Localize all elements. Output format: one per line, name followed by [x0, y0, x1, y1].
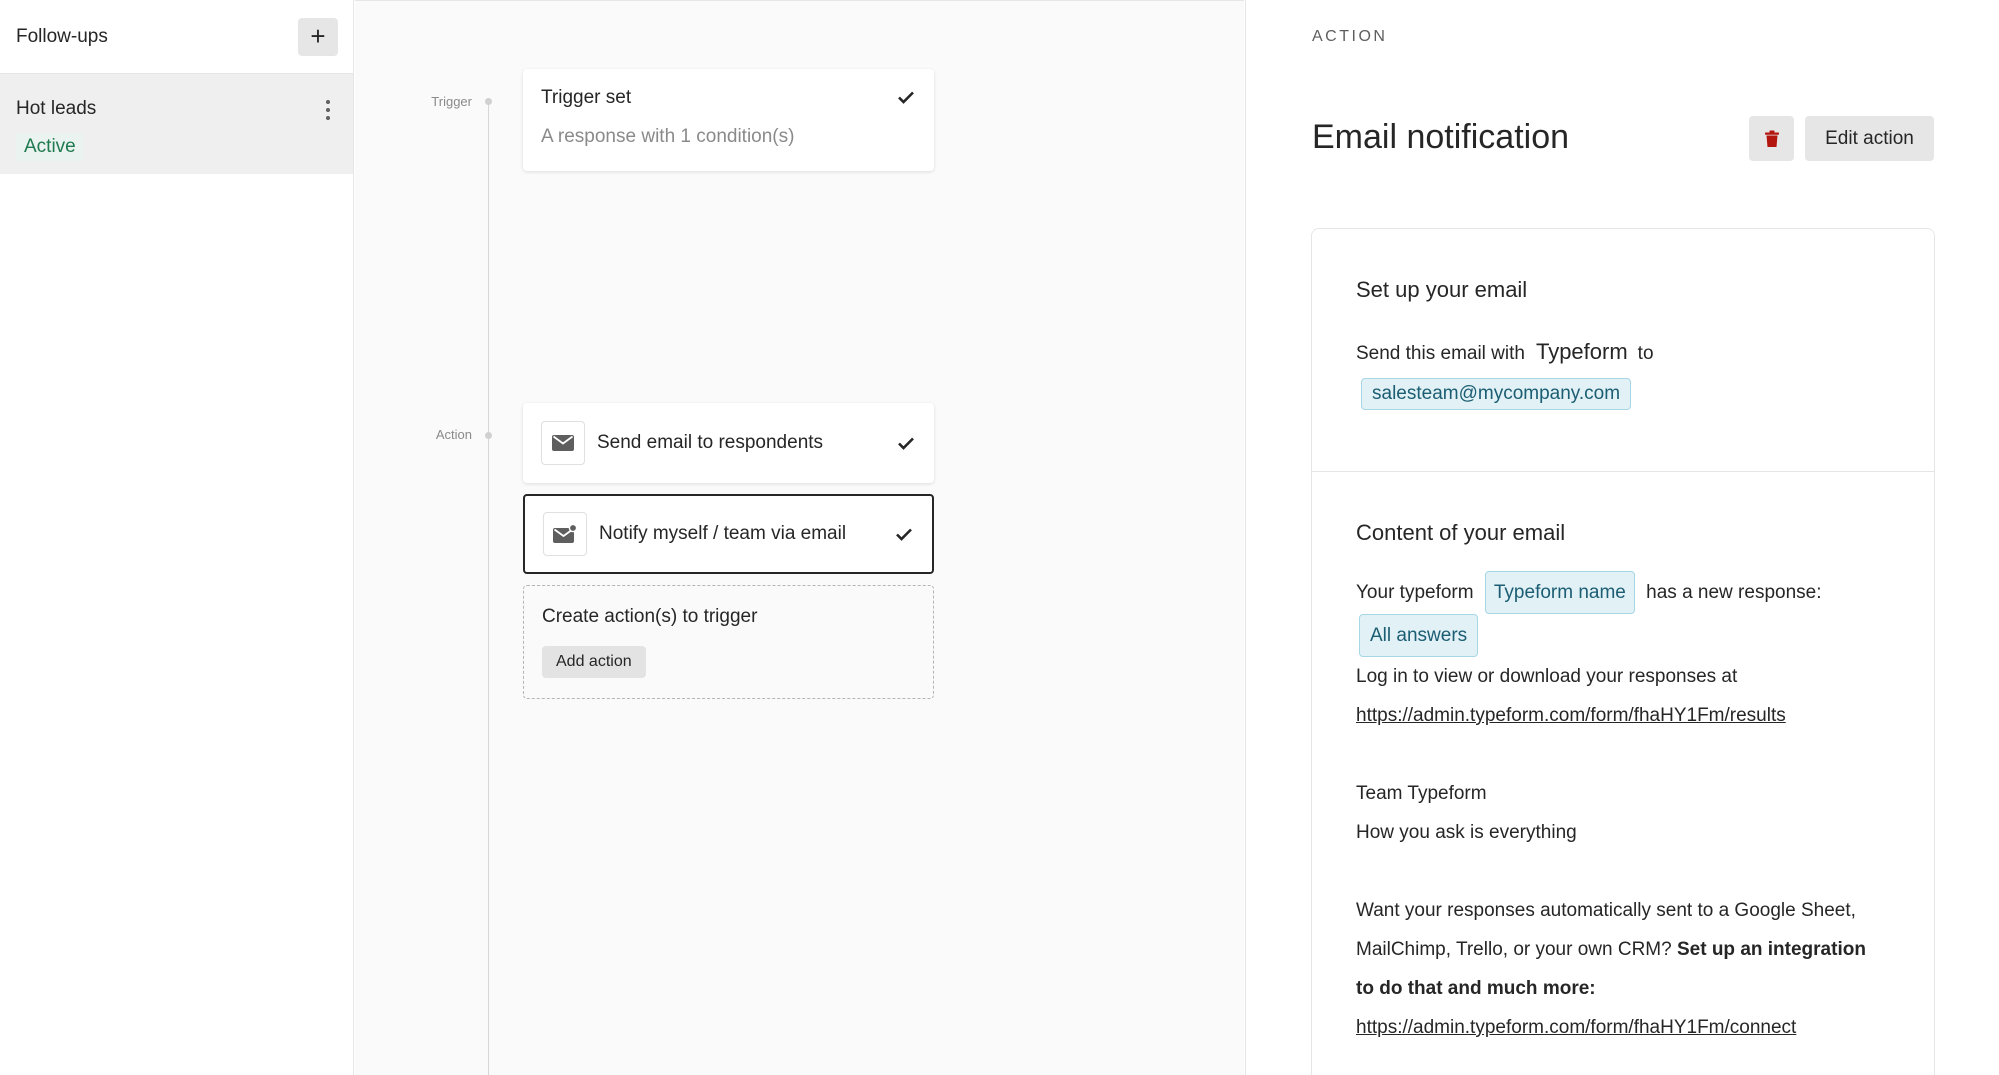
sidebar-item-hot-leads[interactable]: Hot leads Active	[0, 74, 353, 174]
trigger-card[interactable]: Trigger set A response with 1 condition(…	[523, 69, 934, 171]
connect-link[interactable]: https://admin.typeform.com/form/fhaHY1Fm…	[1356, 1017, 1796, 1038]
action-panel: ACTION Email notification Edit action Se…	[1245, 0, 1999, 1075]
sidebar-item-label: Hot leads	[16, 98, 97, 119]
send-suffix: to	[1637, 343, 1654, 364]
plus-icon: +	[310, 21, 326, 51]
action-label: Notify myself / team via email	[599, 523, 847, 544]
more-options-icon[interactable]	[325, 100, 331, 120]
panel-title: Email notification	[1312, 118, 1570, 156]
add-followup-button[interactable]: +	[298, 17, 338, 56]
email-config-box: Set up your email Send this email with T…	[1311, 228, 1935, 1075]
trash-icon	[1764, 130, 1779, 147]
content-line-1: Your typeform Typeform name has a new re…	[1356, 571, 1890, 614]
content-text: has a new response:	[1646, 582, 1822, 603]
integration-bold-1: Set up an integration	[1676, 939, 1866, 960]
signoff-tagline: How you ask is everything	[1356, 822, 1577, 843]
trigger-title: Trigger set	[541, 87, 632, 108]
edit-action-button[interactable]: Edit action	[1805, 116, 1934, 161]
content-line-answers: All answers	[1356, 614, 1890, 657]
signoff-team: Team Typeform	[1356, 783, 1487, 804]
check-icon	[898, 437, 914, 450]
sidebar-header: Follow-ups +	[0, 0, 353, 74]
status-badge: Active	[16, 133, 84, 161]
action-label: Send email to respondents	[597, 432, 824, 453]
action-notify-team-email[interactable]: Notify myself / team via email	[523, 494, 934, 574]
timeline-rail	[488, 101, 489, 1075]
provider-name: Typeform	[1535, 339, 1628, 364]
setup-title: Set up your email	[1356, 277, 1528, 302]
rail-label-action: Action	[435, 427, 472, 442]
integration-line-2: MailChimp, Trello, or your own CRM? Set …	[1356, 930, 1890, 969]
sidebar-title: Follow-ups	[16, 25, 108, 47]
check-icon	[898, 91, 914, 104]
add-action-button[interactable]: Add action	[542, 646, 646, 678]
content-text: Your typeform	[1356, 582, 1474, 603]
delete-action-button[interactable]	[1749, 116, 1794, 161]
integration-text-2: MailChimp, Trello, or your own CRM?	[1356, 939, 1672, 960]
content-section: Content of your email Your typeform Type…	[1312, 472, 1934, 1047]
login-text: Log in to view or download your response…	[1356, 666, 1738, 687]
content-title: Content of your email	[1356, 520, 1566, 545]
all-answers-pill[interactable]: All answers	[1359, 614, 1479, 657]
action-send-email-respondents[interactable]: Send email to respondents	[523, 403, 934, 483]
setup-section: Set up your email Send this email with T…	[1312, 229, 1934, 472]
followups-sidebar: Follow-ups + Hot leads Active	[0, 0, 354, 1075]
workflow-canvas: Trigger Action Trigger set A response wi…	[355, 0, 1244, 1075]
results-link[interactable]: https://admin.typeform.com/form/fhaHY1Fm…	[1356, 705, 1786, 726]
panel-eyebrow: ACTION	[1312, 28, 1388, 45]
rail-dot-trigger	[485, 98, 492, 105]
integration-text-1: Want your responses automatically sent t…	[1356, 900, 1856, 921]
typeform-name-pill[interactable]: Typeform name	[1484, 571, 1635, 614]
check-icon	[896, 528, 912, 541]
create-action-card: Create action(s) to trigger Add action	[523, 585, 934, 699]
rail-dot-action	[485, 432, 492, 439]
mail-notify-icon	[543, 512, 587, 556]
recipient-pill[interactable]: salesteam@mycompany.com	[1361, 378, 1632, 410]
create-action-title: Create action(s) to trigger	[542, 606, 758, 627]
trigger-subtitle: A response with 1 condition(s)	[541, 126, 795, 147]
send-prefix: Send this email with	[1356, 343, 1525, 364]
mail-icon	[541, 421, 585, 465]
rail-label-trigger: Trigger	[431, 94, 472, 109]
integration-bold-2: to do that and much more:	[1356, 978, 1596, 999]
send-with-line: Send this email with Typeform to	[1356, 339, 1890, 365]
